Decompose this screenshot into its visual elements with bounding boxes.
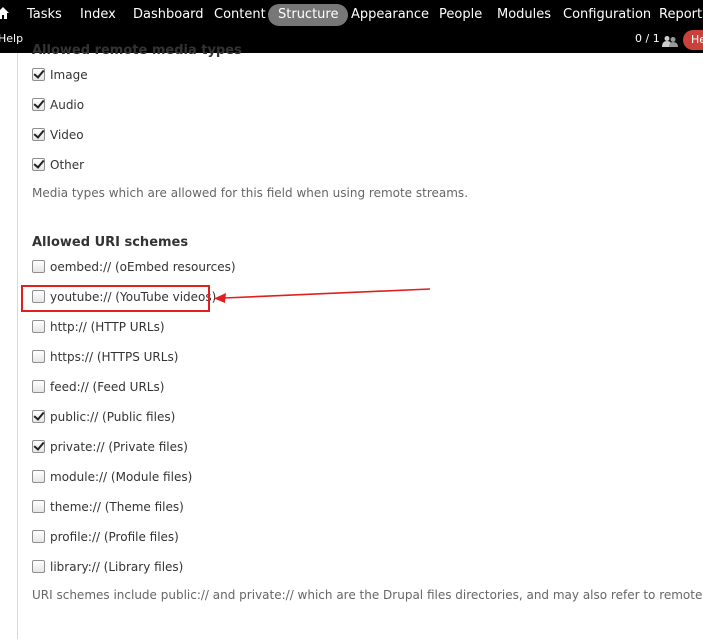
annotation-arrow-icon [214, 288, 431, 303]
option-label: oembed:// (oEmbed resources) [50, 260, 236, 274]
media-type-audio[interactable]: Audio [32, 98, 84, 116]
scheme-private[interactable]: private:// (Private files) [32, 440, 188, 458]
uri-schemes-description: URI schemes include public:// and privat… [32, 588, 703, 602]
menu-reports[interactable]: Reports [659, 4, 703, 26]
menu-content[interactable]: Content [214, 4, 266, 26]
option-label: https:// (HTTPS URLs) [50, 350, 179, 364]
option-label: feed:// (Feed URLs) [50, 380, 165, 394]
scheme-oembed[interactable]: oembed:// (oEmbed resources) [32, 260, 236, 278]
menu-index[interactable]: Index [80, 4, 116, 26]
checkbox[interactable] [32, 440, 45, 453]
option-label: theme:// (Theme files) [50, 500, 184, 514]
option-label: private:// (Private files) [50, 440, 188, 454]
option-label: Image [50, 68, 88, 82]
checkbox[interactable] [32, 128, 45, 141]
user-counter: 0 / 1 [635, 32, 660, 45]
checkbox[interactable] [32, 560, 45, 573]
menu-configuration[interactable]: Configuration [563, 4, 651, 26]
checkbox[interactable] [32, 500, 45, 513]
menu-structure[interactable]: Structure [268, 4, 349, 26]
scheme-feed[interactable]: feed:// (Feed URLs) [32, 380, 164, 398]
scheme-theme[interactable]: theme:// (Theme files) [32, 500, 184, 518]
media-type-video[interactable]: Video [32, 128, 84, 146]
checkbox[interactable] [32, 320, 45, 333]
media-type-other[interactable]: Other [32, 158, 84, 176]
option-label: Audio [50, 98, 85, 112]
users-icon [662, 32, 678, 51]
option-label: module:// (Module files) [50, 470, 193, 484]
scheme-library[interactable]: library:// (Library files) [32, 560, 183, 578]
checkbox[interactable] [32, 68, 45, 81]
scheme-module[interactable]: module:// (Module files) [32, 470, 192, 488]
menu-appearance[interactable]: Appearance [351, 4, 429, 26]
annotation-highlight-box [21, 285, 210, 312]
hello-user-button[interactable]: He [683, 30, 703, 50]
menu-tasks[interactable]: Tasks [27, 4, 62, 26]
menu-modules[interactable]: Modules [497, 4, 551, 26]
uri-schemes-heading: Allowed URI schemes [32, 235, 189, 250]
scheme-profile[interactable]: profile:// (Profile files) [32, 530, 179, 548]
option-label: Other [50, 158, 85, 172]
media-types-description: Media types which are allowed for this f… [32, 186, 469, 200]
media-type-image[interactable]: Image [32, 68, 88, 86]
option-label: public:// (Public files) [50, 410, 176, 424]
scheme-https[interactable]: https:// (HTTPS URLs) [32, 350, 178, 368]
checkbox[interactable] [32, 410, 45, 423]
option-label: http:// (HTTP URLs) [50, 320, 165, 334]
checkbox[interactable] [32, 350, 45, 363]
menu-dashboard[interactable]: Dashboard [133, 4, 204, 26]
checkbox[interactable] [32, 530, 45, 543]
checkbox[interactable] [32, 380, 45, 393]
option-label: library:// (Library files) [50, 560, 184, 574]
option-label: Video [50, 128, 84, 142]
checkbox[interactable] [32, 470, 45, 483]
scheme-http[interactable]: http:// (HTTP URLs) [32, 320, 165, 338]
option-label: profile:// (Profile files) [50, 530, 179, 544]
content-border [17, 53, 18, 639]
checkbox[interactable] [32, 158, 45, 171]
home-icon[interactable] [0, 4, 9, 23]
checkbox[interactable] [32, 260, 45, 273]
media-types-heading: Allowed remote media types [32, 43, 242, 58]
menu-people[interactable]: People [439, 4, 482, 26]
help-link[interactable]: Help [0, 32, 23, 45]
checkbox[interactable] [32, 98, 45, 111]
scheme-public[interactable]: public:// (Public files) [32, 410, 175, 428]
